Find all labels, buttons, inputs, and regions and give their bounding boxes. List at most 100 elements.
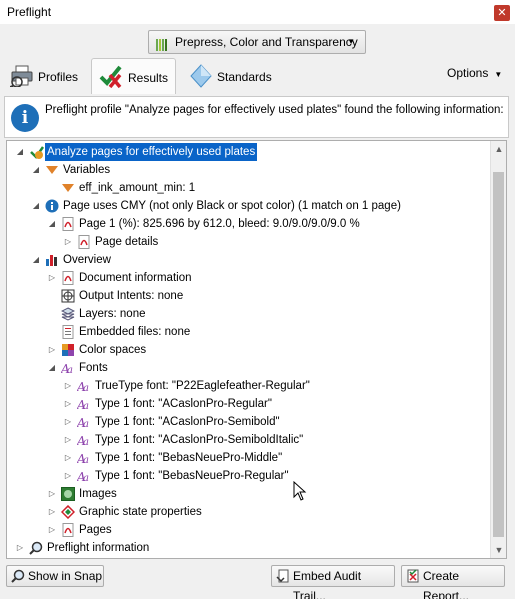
window-title: Preflight: [7, 5, 52, 19]
tree-row[interactable]: eff_ink_amount_min: 1: [7, 179, 491, 197]
tree-row[interactable]: Output Intents: none: [7, 287, 491, 305]
tree-row[interactable]: ◢ Page 1 (%): 825.696 by 612.0, bleed: 9.…: [7, 215, 491, 233]
svg-text:a: a: [83, 473, 89, 483]
tab-standards-label: Standards: [217, 70, 272, 84]
tree-row[interactable]: Embedded files: none: [7, 323, 491, 341]
magnifier-icon: [11, 569, 25, 583]
tab-results[interactable]: Results: [91, 58, 176, 94]
svg-text:a: a: [83, 419, 89, 429]
color-spaces-icon: [61, 343, 75, 357]
font-icon: Aa: [76, 379, 91, 394]
expand-arrow-icon[interactable]: ▷: [63, 449, 73, 467]
tree-row[interactable]: ▷ Aa Type 1 font: "BebasNeuePro-Regular": [7, 467, 491, 485]
info-icon: [45, 199, 59, 213]
tree-row[interactable]: ◢ Analyze pages for effectively used plat…: [7, 143, 491, 161]
expand-arrow-icon[interactable]: ▷: [63, 467, 73, 485]
variable-icon: [45, 163, 59, 177]
tree-row[interactable]: ◢ Variables: [7, 161, 491, 179]
results-tree[interactable]: ◢ Analyze pages for effectively used plat…: [6, 140, 507, 559]
tree-row[interactable]: ▷ Aa Type 1 font: "ACaslonPro-SemiboldItal…: [7, 431, 491, 449]
pdf-page-icon: [61, 523, 75, 537]
expand-arrow-icon[interactable]: ▷: [47, 485, 57, 503]
profile-dropdown-value: Prepress, Color and Transparency: [175, 35, 358, 49]
expand-arrow-icon[interactable]: ▷: [15, 539, 25, 557]
vertical-scrollbar[interactable]: ▲ ▼: [490, 141, 506, 558]
tree-row[interactable]: ▷ Aa Type 1 font: "ACaslonPro-Regular": [7, 395, 491, 413]
tree-row-label: Page uses CMY (not only Black or spot co…: [63, 200, 401, 212]
close-icon[interactable]: ✕: [494, 5, 510, 21]
tree-row[interactable]: ▷ Preflight information: [7, 539, 491, 557]
tree-row[interactable]: ▷ Document information: [7, 269, 491, 287]
font-icon: Aa: [76, 469, 91, 484]
profile-icon: [29, 145, 45, 159]
scrollbar-thumb[interactable]: [493, 172, 504, 537]
variable-icon: [61, 181, 75, 195]
tree-row[interactable]: ▷ Pages: [7, 521, 491, 539]
show-in-snap-label: Show in Snap: [28, 569, 103, 583]
svg-text:a: a: [83, 383, 89, 393]
collapse-arrow-icon[interactable]: ◢: [47, 359, 57, 377]
scroll-up-arrow-icon[interactable]: ▲: [491, 141, 506, 157]
font-icon: Aa: [76, 397, 91, 412]
scroll-down-arrow-icon[interactable]: ▼: [491, 542, 506, 558]
pdf-page-icon: [77, 235, 91, 249]
expand-arrow-icon[interactable]: ▷: [47, 503, 57, 521]
tree-row-label: Embedded files: none: [79, 326, 191, 338]
pdf-page-icon: [61, 271, 75, 285]
output-intent-icon: [61, 289, 75, 303]
options-menu-button[interactable]: Options ▼: [447, 66, 502, 80]
tree-row-label: Type 1 font: "BebasNeuePro-Middle": [95, 452, 283, 464]
show-in-snap-button[interactable]: Show in Snap: [6, 565, 104, 587]
profile-dropdown[interactable]: Prepress, Color and Transparency ▼: [148, 30, 366, 54]
expand-arrow-icon[interactable]: ▷: [63, 233, 73, 251]
pdf-page-icon: [61, 217, 75, 231]
expand-arrow-icon[interactable]: ▷: [47, 521, 57, 539]
font-icon: Aa: [76, 433, 91, 448]
info-icon: i: [11, 104, 39, 132]
expand-arrow-icon[interactable]: ▷: [47, 269, 57, 287]
tree-row[interactable]: ◢ Page uses CMY (not only Black or spot c…: [7, 197, 491, 215]
tab-profiles[interactable]: Profiles: [6, 60, 86, 94]
chevron-down-icon: ▼: [347, 37, 355, 46]
collapse-arrow-icon[interactable]: ◢: [31, 197, 41, 215]
tree-row[interactable]: ◢ Aa Fonts: [7, 359, 491, 377]
tree-row-label: Overview: [63, 254, 111, 266]
create-report-button[interactable]: Create Report...: [401, 565, 505, 599]
tree-row-label: Pages: [79, 524, 112, 536]
expand-arrow-icon[interactable]: ▷: [63, 377, 73, 395]
expand-arrow-icon[interactable]: ▷: [63, 413, 73, 431]
overview-icon: [45, 253, 59, 267]
tree-row[interactable]: ▷ Graphic state properties: [7, 503, 491, 521]
collapse-arrow-icon[interactable]: ◢: [31, 161, 41, 179]
profile-bars-icon: [156, 36, 170, 51]
embed-audit-trail-button[interactable]: Embed Audit Trail...: [271, 565, 395, 599]
svg-text:a: a: [83, 455, 89, 465]
tree-row[interactable]: ▷ Page details: [7, 233, 491, 251]
tree-row-label: Graphic state properties: [79, 506, 202, 518]
expand-arrow-icon[interactable]: ▷: [63, 395, 73, 413]
collapse-arrow-icon[interactable]: ◢: [31, 251, 41, 269]
tree-row-label: Analyze pages for effectively used plate…: [45, 143, 258, 161]
tree-row[interactable]: ▷ Aa TrueType font: "P22Eaglefeather-Regul…: [7, 377, 491, 395]
collapse-arrow-icon[interactable]: ◢: [47, 215, 57, 233]
svg-text:a: a: [83, 437, 89, 447]
tree-row-label: Layers: none: [79, 308, 146, 320]
tab-standards[interactable]: Standards: [186, 60, 286, 94]
printer-icon: [10, 65, 33, 87]
tree-row-label: eff_ink_amount_min: 1: [79, 182, 196, 194]
tree-row[interactable]: ▷ Aa Type 1 font: "ACaslonPro-Semibold": [7, 413, 491, 431]
collapse-arrow-icon[interactable]: ◢: [15, 143, 25, 161]
tree-row-label: TrueType font: "P22Eaglefeather-Regular": [95, 380, 310, 392]
expand-arrow-icon[interactable]: ▷: [63, 431, 73, 449]
svg-text:a: a: [67, 365, 73, 375]
expand-arrow-icon[interactable]: ▷: [47, 341, 57, 359]
tree-row[interactable]: ▷ Color spaces: [7, 341, 491, 359]
tree-row[interactable]: ◢ Overview: [7, 251, 491, 269]
tree-row-label: Variables: [63, 164, 111, 176]
tree-row[interactable]: ▷ Aa Type 1 font: "BebasNeuePro-Middle": [7, 449, 491, 467]
tree-row[interactable]: Layers: none: [7, 305, 491, 323]
tree-row-label: Images: [79, 488, 117, 500]
font-icon: Aa: [60, 361, 75, 376]
create-report-label: Create Report...: [423, 569, 470, 599]
tree-row[interactable]: ▷ Images: [7, 485, 491, 503]
